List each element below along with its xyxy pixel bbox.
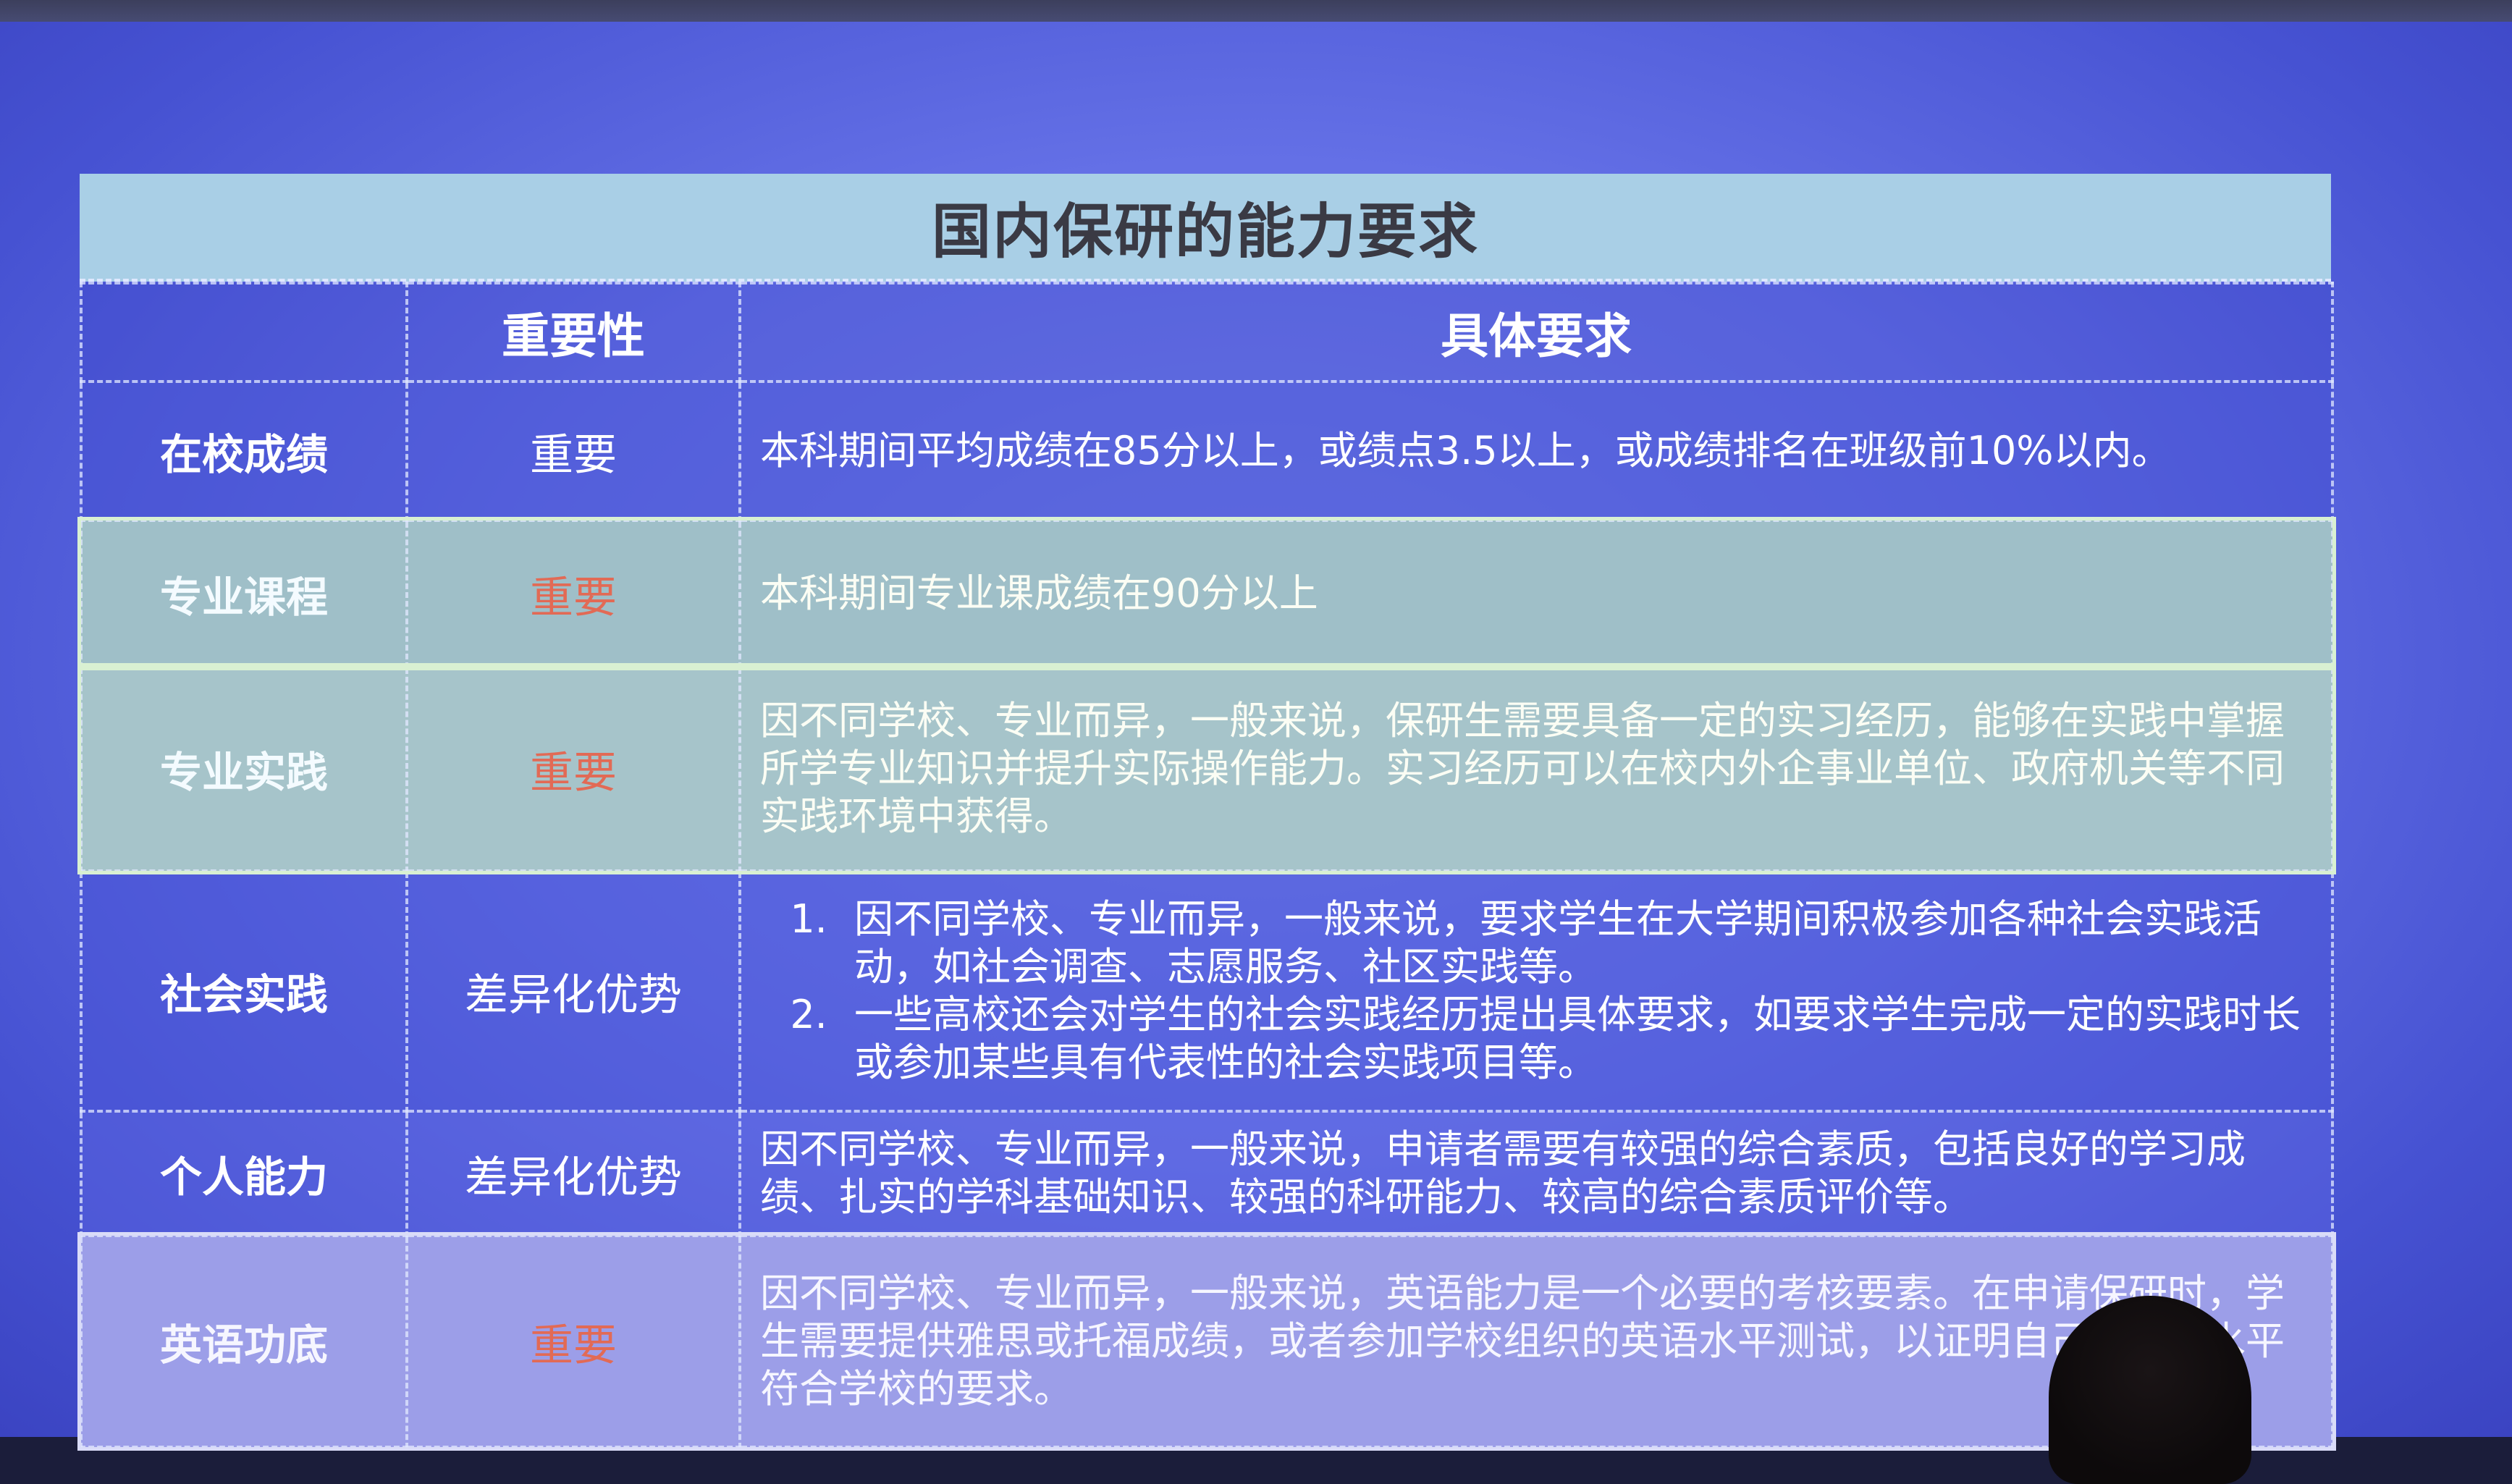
- projector-screen: 国内保研的能力要求 重要性 具体要求 在校成绩 重要 本科期间平均成绩在85分以…: [0, 22, 2512, 1451]
- row-category: 在校成绩: [80, 380, 408, 522]
- row-requirement: 因不同学校、专业而异，一般来说，保研生需要具备一定的实习经历，能够在实践中掌握所…: [738, 665, 2334, 872]
- table-row: 英语功底 重要 因不同学校、专业而异，一般来说，英语能力是一个必要的考核要素。在…: [77, 1232, 2336, 1451]
- slide: 国内保研的能力要求 重要性 具体要求 在校成绩 重要 本科期间平均成绩在85分以…: [77, 174, 2336, 1451]
- row-requirement: 因不同学校、专业而异，一般来说，要求学生在大学期间积极参加各种社会实践活动，如社…: [738, 869, 2334, 1113]
- table-row: 专业课程 重要 本科期间专业课成绩在90分以上: [77, 517, 2336, 670]
- row-category: 专业课程: [80, 519, 408, 668]
- row-importance: 差异化优势: [405, 869, 741, 1113]
- row-importance: 重要: [405, 519, 741, 668]
- row-requirement: 因不同学校、专业而异，一般来说，申请者需要有较强的综合素质，包括良好的学习成绩、…: [738, 1110, 2334, 1237]
- row-category: 专业实践: [80, 665, 408, 872]
- header-category: [80, 282, 408, 383]
- row-requirement: 本科期间平均成绩在85分以上，或绩点3.5以上，或成绩排名在班级前10%以内。: [738, 380, 2334, 522]
- list-item: 因不同学校、专业而异，一般来说，要求学生在大学期间积极参加各种社会实践活动，如社…: [840, 895, 2312, 991]
- table-row: 个人能力 差异化优势 因不同学校、专业而异，一般来说，申请者需要有较强的综合素质…: [80, 1110, 2334, 1237]
- requirements-table: 重要性 具体要求 在校成绩 重要 本科期间平均成绩在85分以上，或绩点3.5以上…: [77, 282, 2336, 1451]
- list-item: 一些高校还会对学生的社会实践经历提出具体要求，如要求学生完成一定的实践时长或参加…: [840, 991, 2312, 1087]
- table-row: 在校成绩 重要 本科期间平均成绩在85分以上，或绩点3.5以上，或成绩排名在班级…: [80, 380, 2334, 522]
- row-importance: 重要: [405, 1234, 741, 1449]
- row-importance: 重要: [405, 380, 741, 522]
- row-requirement: 本科期间专业课成绩在90分以上: [738, 519, 2334, 668]
- table-row: 专业实践 重要 因不同学校、专业而异，一般来说，保研生需要具备一定的实习经历，能…: [77, 663, 2336, 874]
- slide-title: 国内保研的能力要求: [80, 174, 2331, 282]
- row-importance: 差异化优势: [405, 1110, 741, 1237]
- row-category: 个人能力: [80, 1110, 408, 1237]
- table-header-row: 重要性 具体要求: [80, 282, 2334, 383]
- header-requirement: 具体要求: [738, 282, 2334, 383]
- requirement-list: 因不同学校、专业而异，一般来说，要求学生在大学期间积极参加各种社会实践活动，如社…: [760, 895, 2312, 1087]
- row-category: 社会实践: [80, 869, 408, 1113]
- row-category: 英语功底: [80, 1234, 408, 1449]
- header-importance: 重要性: [405, 282, 741, 383]
- table-row: 社会实践 差异化优势 因不同学校、专业而异，一般来说，要求学生在大学期间积极参加…: [80, 869, 2334, 1113]
- row-importance: 重要: [405, 665, 741, 872]
